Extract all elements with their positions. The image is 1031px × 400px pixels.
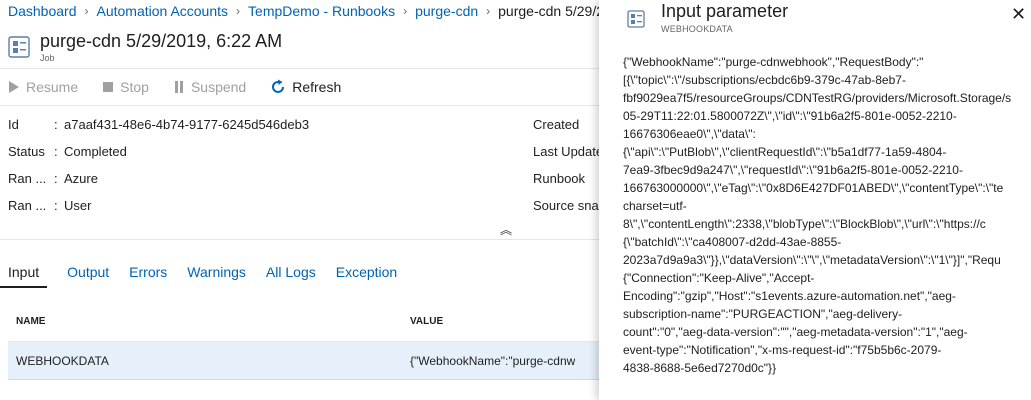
close-icon[interactable]: ✕ <box>1011 4 1026 25</box>
input-table: NAME VALUE WEBHOOKDATA {"WebhookName":"p… <box>8 302 600 380</box>
resume-button[interactable]: Resume <box>8 79 78 95</box>
parameter-line: 7ea9-3fbec9d9a247\",\"requestId\":\"91b6… <box>623 163 963 177</box>
parameter-line: charset=utf- <box>623 199 687 213</box>
property-value: Completed <box>64 144 127 159</box>
suspend-label: Suspend <box>190 79 247 95</box>
parameter-line: event-type":"Notification","x-ms-request… <box>623 343 942 357</box>
toolbar: Resume Stop Suspend Refresh <box>0 68 600 106</box>
job-properties: Id : a7aaf431-48e6-4b74-9177-6245d546deb… <box>0 106 600 240</box>
property-key: Id <box>8 117 19 132</box>
property-value: User <box>64 198 92 213</box>
property-key: Ran ... <box>8 198 47 213</box>
page-subtitle: Job <box>40 53 55 63</box>
parameter-line: fbf9029ea7f5/resourceGroups/CDNTestRG/pr… <box>623 91 1012 105</box>
property-source-snapshot: Source snap <box>533 198 600 213</box>
property-created: Created <box>533 117 580 132</box>
parameter-line: {\"api\":\"PutBlob\",\"clientRequestId\"… <box>623 145 947 159</box>
refresh-label: Refresh <box>292 79 342 95</box>
parameter-line: {"Connection":"Keep-Alive","Accept- <box>623 271 815 285</box>
input-parameter-panel: Input parameter WEBHOOKDATA ✕ {"WebhookN… <box>599 0 1031 400</box>
resume-label: Resume <box>26 79 79 95</box>
breadcrumb-dashboard[interactable]: Dashboard <box>8 3 77 19</box>
tab-warnings[interactable]: Warnings <box>187 264 246 288</box>
tab-exception[interactable]: Exception <box>336 264 397 288</box>
chevron-right-icon: › <box>236 4 241 18</box>
stop-button[interactable]: Stop <box>102 79 149 95</box>
chevron-right-icon: › <box>84 4 89 18</box>
property-status: Status : Completed <box>8 144 127 159</box>
parameter-line: 16676306eae0\",\"data\": <box>623 127 756 141</box>
parameter-line: 8\",\"contentLength\":2338,\"blobType\":… <box>623 217 986 231</box>
job-icon <box>8 36 30 58</box>
breadcrumb-automation-accounts[interactable]: Automation Accounts <box>97 3 229 19</box>
table-header: NAME VALUE <box>8 302 600 342</box>
property-ran-on: Ran ... : Azure <box>8 171 98 186</box>
stop-icon <box>103 82 114 92</box>
page-title: purge-cdn 5/29/2019, 6:22 AM <box>40 31 283 51</box>
panel-subtitle: WEBHOOKDATA <box>661 24 733 34</box>
parameter-line: subscription-name":"PURGEACTION","aeg-de… <box>623 307 903 321</box>
cell-name: WEBHOOKDATA <box>16 353 109 368</box>
column-header-value: VALUE <box>410 316 444 327</box>
property-key: Status <box>8 144 45 159</box>
property-id: Id : a7aaf431-48e6-4b74-9177-6245d546deb… <box>8 117 310 132</box>
breadcrumb-runbook[interactable]: purge-cdn <box>415 3 478 19</box>
parameter-value-text: {"WebhookName":"purge-cdnwebhook","Reque… <box>623 53 1031 377</box>
property-key: Ran ... <box>8 171 47 186</box>
property-value: a7aaf431-48e6-4b74-9177-6245d546deb3 <box>64 117 310 132</box>
parameter-line: {\"batchId\":\"ca408007-d2dd-43ae-8855- <box>623 235 842 249</box>
tab-input[interactable]: Input <box>0 264 48 288</box>
collapse-chevron-icon[interactable]: ︽ <box>500 221 512 238</box>
refresh-button[interactable]: Refresh <box>270 79 341 95</box>
refresh-icon <box>272 79 285 93</box>
parameter-icon <box>627 10 645 28</box>
output-tabs: Input Output Errors Warnings All Logs Ex… <box>0 264 417 288</box>
tab-output[interactable]: Output <box>67 264 109 288</box>
play-icon <box>9 81 19 93</box>
pause-icon <box>174 81 183 93</box>
property-runbook: Runbook <box>533 171 586 186</box>
chevron-right-icon: › <box>486 4 491 18</box>
tab-errors[interactable]: Errors <box>129 264 167 288</box>
parameter-line: count":"0","aeg-data-version":"","aeg-me… <box>623 325 968 339</box>
property-value: Azure <box>64 171 98 186</box>
job-blade: Dashboard › Automation Accounts › TempDe… <box>0 0 600 400</box>
table-row[interactable]: WEBHOOKDATA {"WebhookName":"purge-cdnw <box>8 342 600 380</box>
suspend-button[interactable]: Suspend <box>173 79 246 95</box>
chevron-right-icon: › <box>403 4 408 18</box>
page-header: purge-cdn 5/29/2019, 6:22 AM Job <box>8 30 282 63</box>
parameter-line: Encoding":"gzip","Host":"s1events.azure-… <box>623 289 956 303</box>
property-last-update: Last Update <box>533 144 600 159</box>
breadcrumb-job: purge-cdn 5/29/2019 <box>498 3 600 19</box>
breadcrumb: Dashboard › Automation Accounts › TempDe… <box>8 2 600 20</box>
column-header-name: NAME <box>16 316 46 327</box>
parameter-line: 2023a7d9a9a3\"}},\"dataVersion\":\"\",\"… <box>623 253 1001 267</box>
property-ran-by: Ran ... : User <box>8 198 92 213</box>
parameter-line: 4838-8688-5e6ed7270d0c"}} <box>623 361 777 375</box>
parameter-line: [{\"topic\":\"/subscriptions/ecbdc6b9-37… <box>623 73 906 87</box>
stop-label: Stop <box>120 79 149 95</box>
parameter-line: 166763000000\",\"eTag\":\"0x8D6E427DF01A… <box>623 181 1004 195</box>
parameter-line: {"WebhookName":"purge-cdnwebhook","Reque… <box>623 55 924 69</box>
cell-value: {"WebhookName":"purge-cdnw <box>410 353 576 368</box>
divider <box>0 239 600 240</box>
parameter-line: 05-29T11:22:01.5800072Z\",\"id\":\"91b6a… <box>623 109 957 123</box>
breadcrumb-runbooks[interactable]: TempDemo - Runbooks <box>248 3 395 19</box>
tab-all-logs[interactable]: All Logs <box>266 264 316 288</box>
panel-title: Input parameter <box>661 1 789 21</box>
